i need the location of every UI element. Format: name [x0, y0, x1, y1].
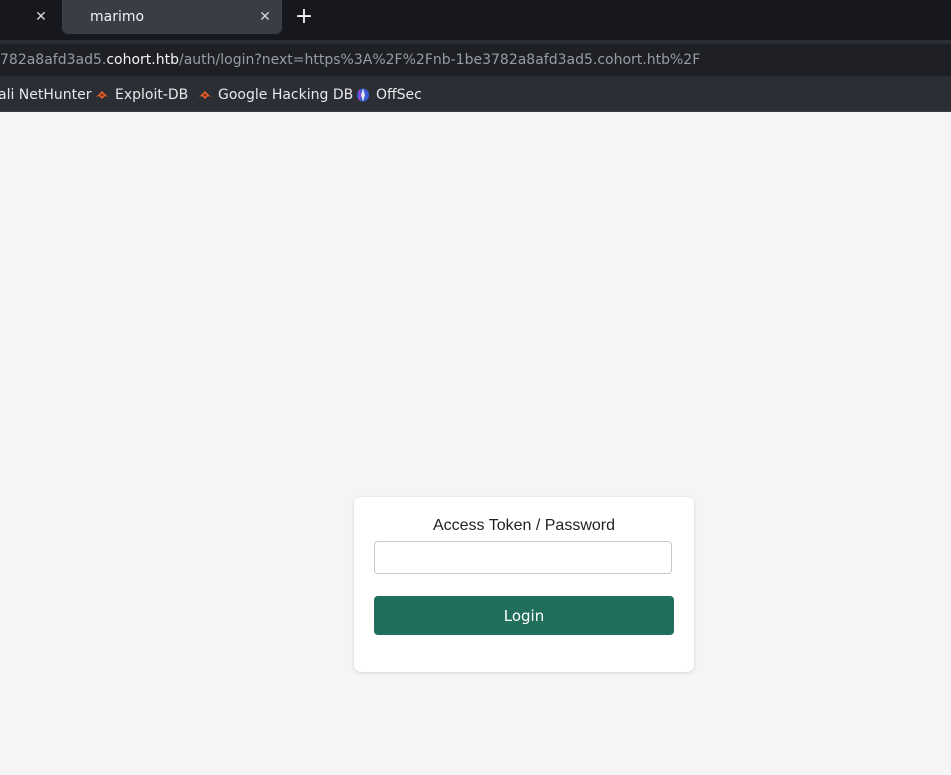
bookmark-exploit-db[interactable]: Exploit-DB: [95, 87, 188, 103]
url-text: 782a8afd3ad5.cohort.htb/auth/login?next=…: [0, 52, 700, 68]
navigation-bar: 782a8afd3ad5.cohort.htb/auth/login?next=…: [0, 40, 951, 80]
bookmarks-toolbar: ali NetHunter Exploit-DB Google Hacking …: [0, 80, 951, 112]
bookmark-google-hacking-db[interactable]: Google Hacking DB: [198, 87, 353, 103]
offsec-icon: [357, 88, 369, 102]
address-bar[interactable]: 782a8afd3ad5.cohort.htb/auth/login?next=…: [0, 44, 951, 76]
ghdb-icon: [199, 91, 211, 99]
login-button[interactable]: Login: [374, 596, 674, 635]
url-prefix: 782a8afd3ad5.: [0, 52, 107, 68]
tab-title: marimo: [90, 9, 145, 25]
bookmark-label: OffSec: [376, 87, 422, 103]
bookmark-offsec[interactable]: OffSec: [356, 87, 422, 103]
exploit-db-icon: [96, 91, 108, 99]
tab-close-icon[interactable]: ✕: [254, 6, 276, 28]
tab-marimo[interactable]: marimo ✕: [62, 0, 282, 34]
page-content: Access Token / Password Login: [0, 112, 951, 775]
bookmark-label: ali NetHunter: [0, 87, 92, 103]
password-label: Access Token / Password: [432, 517, 615, 534]
login-card: Access Token / Password Login: [354, 497, 694, 672]
bookmark-label: Exploit-DB: [115, 87, 189, 103]
password-input[interactable]: [374, 541, 672, 574]
url-host: cohort.htb: [106, 52, 179, 68]
tab-bar: ✕ marimo ✕ +: [0, 0, 951, 40]
bookmark-nethunter[interactable]: ali NetHunter: [0, 87, 92, 103]
url-path: /auth/login?next=https%3A%2F%2Fnb-1be378…: [179, 52, 701, 68]
bookmark-label: Google Hacking DB: [218, 87, 354, 103]
new-tab-icon[interactable]: +: [292, 5, 316, 29]
previous-tab-close-icon[interactable]: ✕: [30, 6, 52, 28]
